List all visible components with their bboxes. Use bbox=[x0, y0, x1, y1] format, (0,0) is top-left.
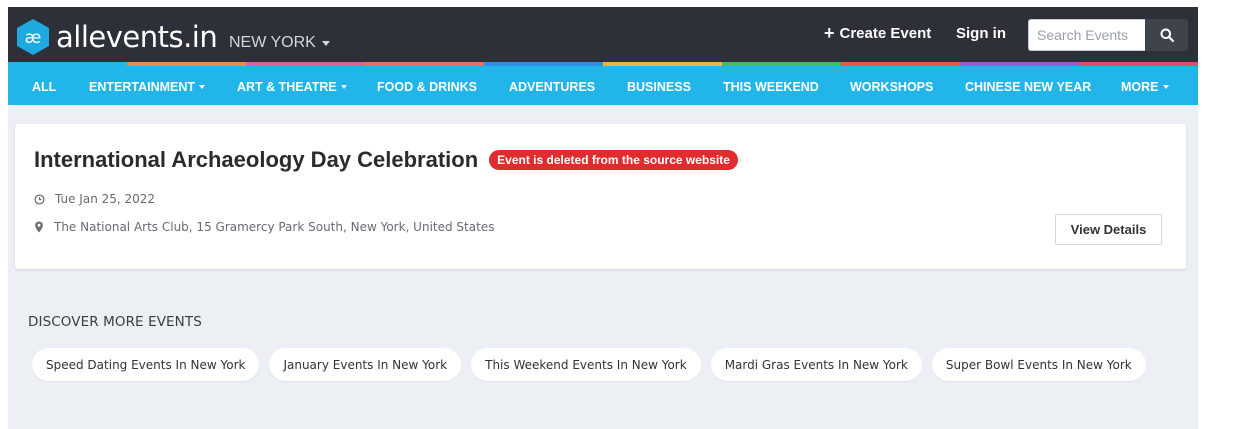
discover-chip-super-bowl[interactable]: Super Bowl Events In New York bbox=[931, 348, 1146, 381]
category-nav: ALL ENTERTAINMENT ART & THEATRE FOOD & D… bbox=[8, 62, 1198, 105]
event-title: International Archaeology Day Celebratio… bbox=[34, 147, 479, 172]
nav-item-food-drinks[interactable]: FOOD & DRINKS bbox=[377, 80, 477, 94]
discover-section-title: DISCOVER MORE EVENTS bbox=[28, 314, 202, 330]
chevron-down-icon bbox=[340, 85, 347, 89]
search-input[interactable] bbox=[1028, 19, 1145, 51]
search-button[interactable] bbox=[1145, 19, 1188, 51]
event-title-row: International Archaeology Day Celebratio… bbox=[34, 147, 738, 173]
discover-chip-list: Speed Dating Events In New York January … bbox=[32, 348, 1146, 381]
event-location: The National Arts Club, 15 Gramercy Park… bbox=[34, 220, 494, 234]
color-stripe-segment bbox=[8, 62, 127, 66]
color-stripes bbox=[8, 62, 1198, 66]
city-selector[interactable]: NEW YORK bbox=[229, 34, 330, 52]
site-logo[interactable]: æ allevents.in bbox=[14, 17, 218, 57]
color-stripe-segment bbox=[722, 62, 841, 66]
search-box bbox=[1028, 19, 1188, 51]
color-stripe-segment bbox=[484, 62, 603, 66]
discover-chip-january[interactable]: January Events In New York bbox=[269, 348, 462, 381]
chevron-down-icon bbox=[199, 85, 206, 89]
nav-item-business[interactable]: BUSINESS bbox=[627, 80, 691, 94]
discover-chip-mardi-gras[interactable]: Mardi Gras Events In New York bbox=[710, 348, 922, 381]
color-stripe-segment bbox=[841, 62, 960, 66]
color-stripe-segment bbox=[960, 62, 1079, 66]
event-card: International Archaeology Day Celebratio… bbox=[15, 124, 1186, 269]
color-stripe-segment bbox=[127, 62, 246, 66]
view-details-button[interactable]: View Details bbox=[1055, 214, 1162, 245]
map-pin-icon bbox=[35, 221, 43, 233]
clock-icon bbox=[34, 193, 45, 205]
nav-item-workshops[interactable]: WORKSHOPS bbox=[850, 80, 933, 94]
search-icon bbox=[1160, 28, 1174, 42]
nav-item-chinese-new-year[interactable]: CHINESE NEW YEAR bbox=[965, 80, 1091, 94]
city-label: NEW YORK bbox=[229, 34, 316, 51]
color-stripe-segment bbox=[246, 62, 365, 66]
color-stripe-segment bbox=[1079, 62, 1198, 66]
logo-hexagon-icon: æ bbox=[14, 18, 52, 56]
nav-item-all[interactable]: ALL bbox=[32, 80, 56, 94]
status-badge: Event is deleted from the source website bbox=[489, 150, 738, 170]
chevron-down-icon bbox=[321, 40, 330, 46]
discover-chip-this-weekend[interactable]: This Weekend Events In New York bbox=[471, 348, 701, 381]
discover-chip-speed-dating[interactable]: Speed Dating Events In New York bbox=[32, 348, 260, 381]
color-stripe-segment bbox=[365, 62, 484, 66]
event-date: Tue Jan 25, 2022 bbox=[34, 192, 155, 206]
logo-text: allevents.in bbox=[56, 20, 218, 54]
svg-text:æ: æ bbox=[25, 28, 42, 48]
event-location-text: The National Arts Club, 15 Gramercy Park… bbox=[54, 220, 495, 234]
chevron-down-icon bbox=[1162, 85, 1169, 89]
plus-icon: + bbox=[824, 23, 835, 43]
nav-item-art-theatre[interactable]: ART & THEATRE bbox=[237, 80, 347, 94]
color-stripe-segment bbox=[603, 62, 722, 66]
create-event-button[interactable]: + Create Event bbox=[824, 23, 932, 43]
create-event-label: Create Event bbox=[839, 25, 932, 42]
event-date-text: Tue Jan 25, 2022 bbox=[55, 192, 156, 206]
nav-item-entertainment[interactable]: ENTERTAINMENT bbox=[89, 80, 206, 94]
page: æ allevents.in NEW YORK + Create Event S… bbox=[8, 7, 1198, 429]
sign-in-link[interactable]: Sign in bbox=[956, 25, 1006, 42]
top-header: æ allevents.in NEW YORK + Create Event S… bbox=[8, 7, 1198, 62]
nav-item-adventures[interactable]: ADVENTURES bbox=[509, 80, 595, 94]
nav-item-this-weekend[interactable]: THIS WEEKEND bbox=[723, 80, 819, 94]
nav-item-more[interactable]: MORE bbox=[1121, 80, 1169, 94]
